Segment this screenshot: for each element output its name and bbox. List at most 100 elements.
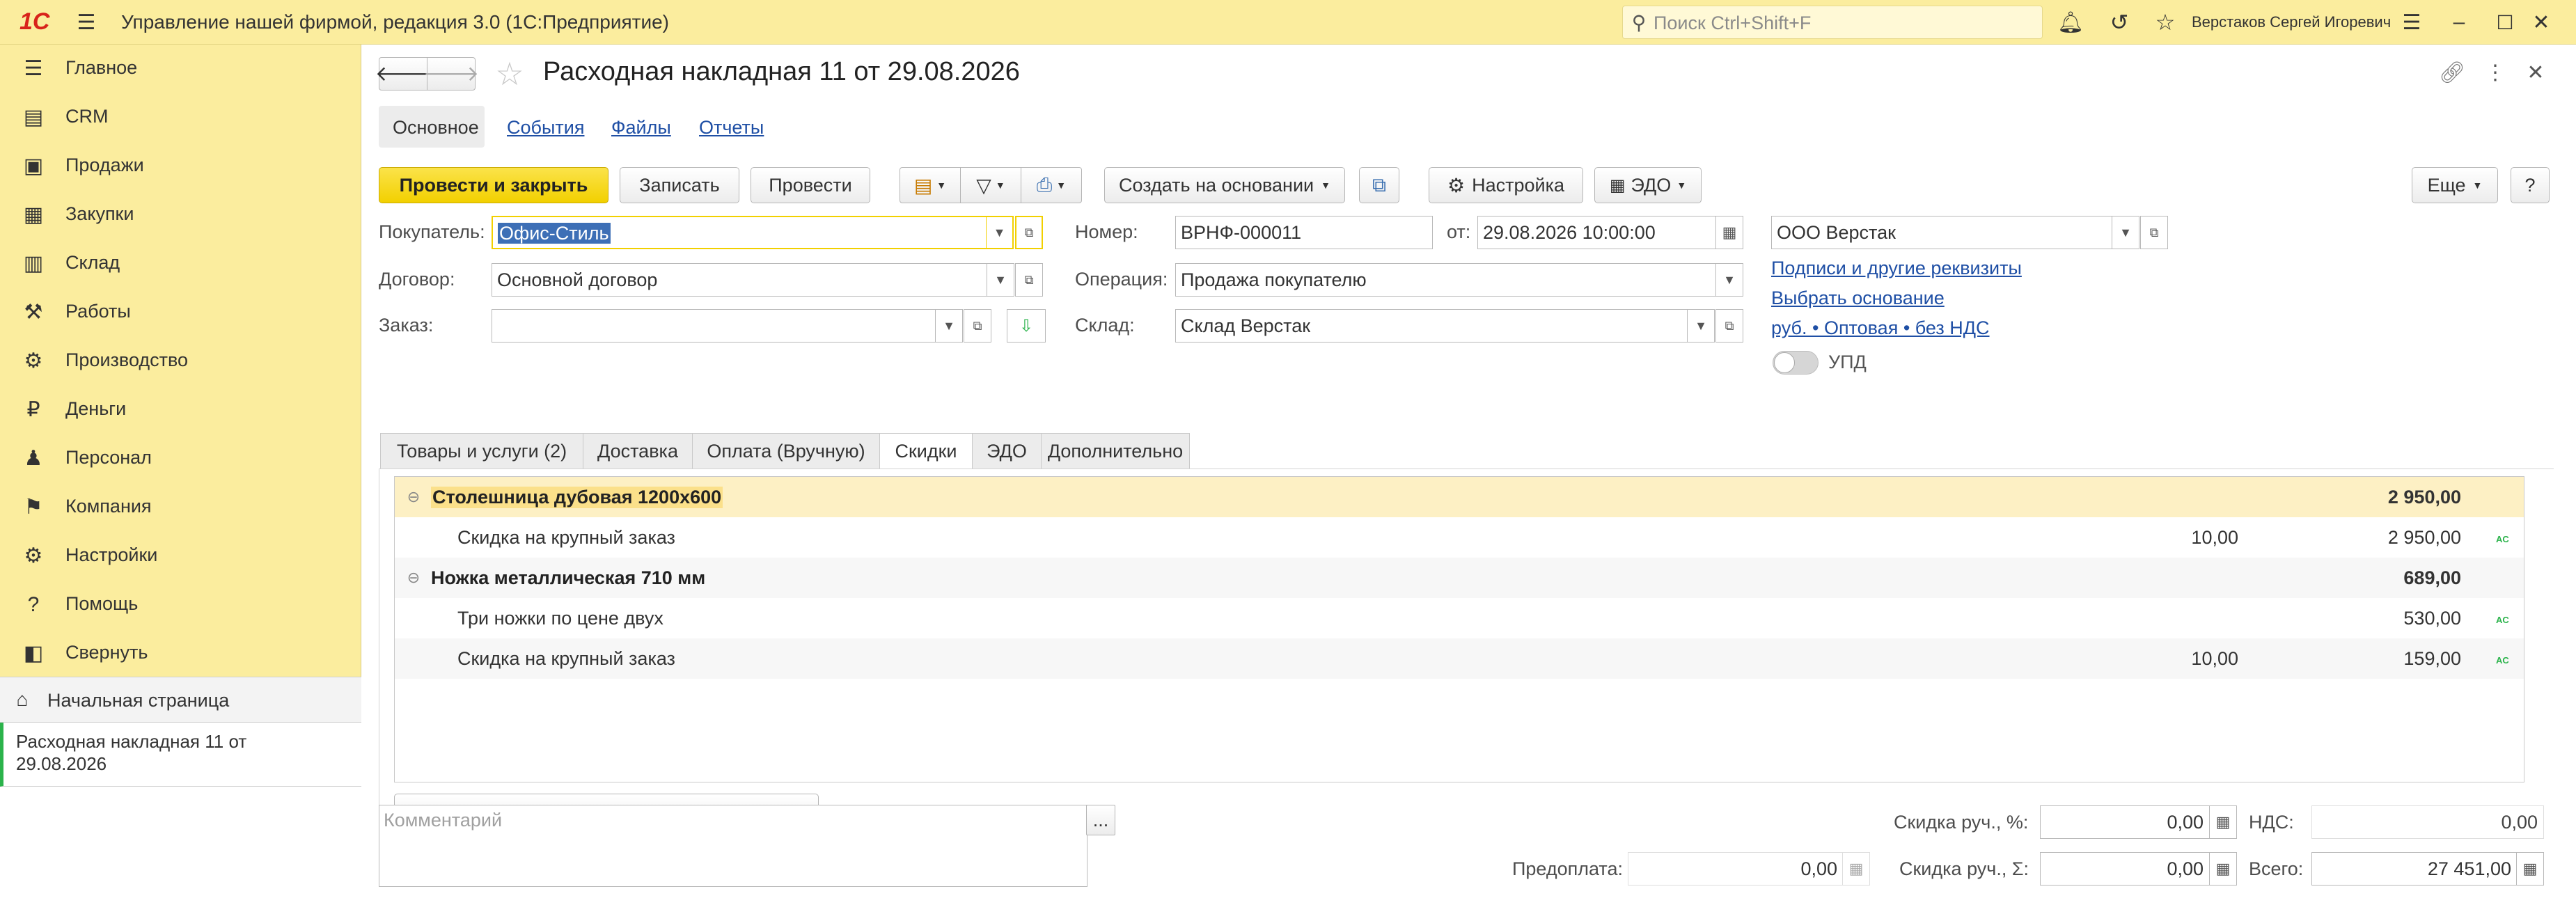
table-row[interactable]: Три ножки по цене двух 530,00 AC [395,598,2524,638]
subtab-main[interactable]: Основное [379,106,485,148]
warehouse-dropdown[interactable]: ▼ [1687,309,1715,343]
select-basis-link[interactable]: Выбрать основание [1771,288,1945,309]
date-field[interactable]: 29.08.2026 10:00:00 [1477,216,1717,249]
operation-field[interactable]: Продажа покупателю [1175,263,1717,297]
tab-delivery[interactable]: Доставка [583,433,693,469]
forward-button[interactable]: 🡒 [423,57,479,90]
upd-toggle[interactable] [1773,351,1819,375]
manual-discount-percent-field[interactable]: 0,00 [2040,805,2210,839]
manual-discount-sum-label: Скидка руч., Σ: [1899,858,2029,879]
settings-button[interactable]: ⚙ Настройка [1429,167,1583,203]
table-row[interactable]: Скидка на крупный заказ 10,00 159,00 AC [395,638,2524,679]
number-field[interactable]: ВРНФ-000011 [1175,216,1433,249]
order-open-button[interactable]: ⧉ [964,309,991,343]
tab-additional[interactable]: Дополнительно [1041,433,1190,469]
structure-button[interactable]: ⧉ [1359,167,1399,203]
sidebar-item-production[interactable]: ⚙ Производство [0,337,361,386]
table-row[interactable]: ⊖ Столешница дубовая 1200х600 2 950,00 [395,477,2524,517]
favorites-icon[interactable]: ☆ [2151,8,2179,36]
filter-menu-button[interactable]: ▽ ▼ [960,167,1021,203]
more-vertical-icon[interactable]: ⋮ [2481,58,2509,86]
calculator-icon[interactable]: ▦ [2209,852,2237,886]
tab-goods[interactable]: Товары и услуги (2) [380,433,583,469]
subtab-reports[interactable]: Отчеты [699,117,764,139]
sidebar-item-sales[interactable]: ▣ Продажи [0,142,361,191]
table-row[interactable]: ⊖ Ножка металлическая 710 мм 689,00 [395,558,2524,598]
buyer-field[interactable]: Офис-Стиль [492,216,990,249]
signatures-link[interactable]: Подписи и другие реквизиты [1771,258,2022,279]
collapse-group-icon[interactable]: ⊖ [403,487,424,507]
collapse-group-icon[interactable]: ⊖ [403,567,424,588]
main-menu-icon[interactable]: ☰ [72,10,100,35]
vat-field: 0,00 [2311,805,2544,839]
calculator-icon: ▦ [1842,852,1870,886]
tab-payment[interactable]: Оплата (Вручную) [692,433,880,469]
organization-field[interactable]: ООО Верстак [1771,216,2112,249]
save-button[interactable]: Записать [620,167,739,203]
post-button[interactable]: Провести [751,167,870,203]
user-name[interactable]: Верстаков Сергей Игоревич [2192,13,2391,31]
home-page-item[interactable]: ⌂ Начальная страница [0,677,361,723]
sidebar-item-company[interactable]: ⚑ Компания [0,483,361,532]
tab-edo[interactable]: ЭДО [972,433,1042,469]
discounts-table[interactable]: ⊖ Столешница дубовая 1200х600 2 950,00 С… [394,476,2524,782]
chevron-down-icon: ▼ [936,180,947,191]
post-and-close-button[interactable]: Провести и закрыть [379,167,608,203]
organization-dropdown[interactable]: ▼ [2112,216,2139,249]
table-row[interactable]: Скидка на крупный заказ 10,00 2 950,00 A… [395,517,2524,558]
order-dropdown[interactable]: ▼ [935,309,963,343]
sidebar-item-settings[interactable]: ⚙ Настройки [0,532,361,581]
calculator-icon[interactable]: ▦ [2516,852,2544,886]
order-pick-button[interactable]: ⇩ [1007,309,1046,343]
sidebar-item-help[interactable]: ? Помощь [0,581,361,629]
sidebar-item-money[interactable]: ₽ Деньги [0,386,361,434]
order-field[interactable] [492,309,936,343]
contract-field[interactable]: Основной договор [492,263,987,297]
close-window-icon[interactable]: ✕ [2527,8,2555,36]
help-button[interactable]: ? [2511,167,2550,203]
maximize-icon[interactable]: ☐ [2491,8,2519,36]
document-copy-icon: ▤ [913,174,933,196]
link-icon[interactable]: 🔗︎ [2438,58,2466,86]
print-menu-button[interactable]: ⎙ ▼ [1021,167,1082,203]
tab-discounts[interactable]: Скидки [879,433,973,469]
app-logo[interactable]: 1С [19,8,49,36]
contract-open-button[interactable]: ⧉ [1015,263,1043,297]
create-based-on-button[interactable]: Создать на основании ▼ [1104,167,1345,203]
edo-button[interactable]: ▦ ЭДО ▼ [1594,167,1702,203]
warehouse-field[interactable]: Склад Верстак [1175,309,1688,343]
operation-dropdown[interactable]: ▼ [1715,263,1743,297]
buyer-open-button[interactable]: ⧉ [1015,216,1043,249]
sidebar-item-warehouse[interactable]: ▥ Склад [0,239,361,288]
sidebar-item-purchases[interactable]: ▦ Закупки [0,191,361,239]
more-button[interactable]: Еще ▼ [2412,167,2498,203]
organization-open-button[interactable]: ⧉ [2140,216,2168,249]
sidebar-item-main[interactable]: ☰ Главное [0,45,361,93]
calendar-button[interactable]: ▦ [1715,216,1743,249]
subtab-files[interactable]: Файлы [611,117,671,139]
minimize-icon[interactable]: – [2445,8,2473,36]
history-icon[interactable]: ↺ [2105,8,2133,36]
settings-menu-icon[interactable]: ☰ [2398,8,2426,36]
sidebar-item-collapse[interactable]: ◧ Свернуть [0,629,361,678]
buyer-dropdown[interactable]: ▼ [986,216,1014,249]
copy-menu-button[interactable]: ▤ ▼ [900,167,961,203]
open-document-item[interactable]: Расходная накладная 11 от 29.08.2026 [0,723,361,787]
manual-discount-sum-field[interactable]: 0,00 [2040,852,2210,886]
sidebar-item-crm[interactable]: ▤ CRM [0,93,361,142]
favorite-star-icon[interactable]: ☆ [492,56,528,92]
warehouse-open-button[interactable]: ⧉ [1715,309,1743,343]
notifications-icon[interactable]: 🔔︎ [2057,8,2084,36]
subtab-events[interactable]: События [507,117,584,139]
comment-expand-button[interactable]: ... [1086,805,1115,835]
contract-dropdown[interactable]: ▼ [987,263,1014,297]
back-button[interactable]: 🡐 [375,57,431,90]
close-form-icon[interactable]: ✕ [2522,58,2550,86]
price-settings-link[interactable]: руб. • Оптовая • без НДС [1771,317,1990,339]
calculator-icon[interactable]: ▦ [2209,805,2237,839]
search-box[interactable]: ⚲ Поиск Ctrl+Shift+F [1622,6,2043,39]
sidebar-item-staff[interactable]: ♟ Персонал [0,434,361,483]
discount-percent: 10,00 [2191,527,2238,548]
comment-field[interactable]: Комментарий [379,805,1087,887]
sidebar-item-works[interactable]: ⚒ Работы [0,288,361,337]
